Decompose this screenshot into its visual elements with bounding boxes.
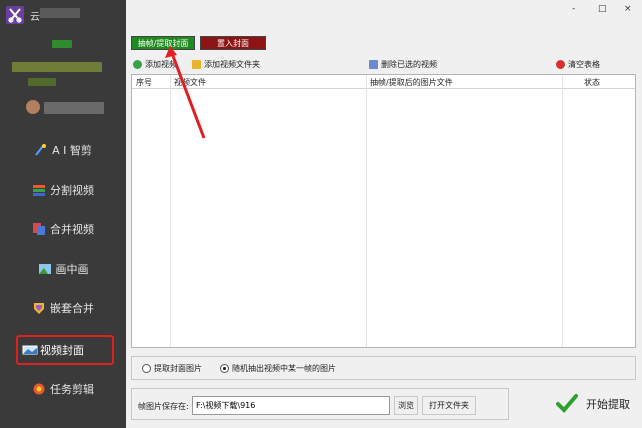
- sidebar-item-label: 分割视频: [50, 184, 94, 197]
- avatar: [26, 100, 40, 114]
- sidebar-item-label: 嵌套合并: [50, 302, 94, 315]
- add-folder-label: 添加视频文件夹: [204, 59, 260, 69]
- folder-icon: [192, 59, 201, 69]
- blurred-element: [28, 78, 56, 86]
- extract-cover-radio[interactable]: 提取封面图片: [142, 363, 202, 374]
- delete-selected-button[interactable]: 删除已选的视频: [369, 58, 437, 70]
- add-icon: [133, 59, 142, 69]
- start-extract-label: 开始提取: [586, 398, 630, 411]
- column-divider: [366, 75, 367, 347]
- blurred-element: [52, 40, 72, 48]
- browse-button[interactable]: 浏览: [394, 396, 418, 415]
- save-path-input[interactable]: [192, 396, 390, 415]
- minimize-button[interactable]: -: [572, 4, 575, 14]
- extract-mode-options: 提取封面图片 随机抽出视频中某一帧的图片: [131, 356, 636, 380]
- add-video-label: 添加视频: [145, 59, 177, 69]
- sidebar-item-video-cover[interactable]: 视频封面: [16, 335, 114, 365]
- column-divider: [562, 75, 563, 347]
- sidebar-item-merge-video[interactable]: 合并视频: [0, 214, 126, 244]
- merge-icon: [32, 222, 46, 236]
- sidebar-item-label: 任务剪辑: [50, 383, 94, 396]
- sidebar-item-ai-edit[interactable]: A I 智剪: [0, 135, 126, 165]
- sidebar: 云 A I 智剪 分割视频 合并视频 画中画 嵌套合并 视频封面 任务剪辑: [0, 0, 126, 428]
- tab-extract-cover[interactable]: 抽帧/提取封面: [131, 36, 195, 50]
- sidebar-item-split-video[interactable]: 分割视频: [0, 175, 126, 205]
- delete-icon: [369, 59, 378, 69]
- sidebar-item-label: 合并视频: [50, 223, 94, 236]
- clear-table-button[interactable]: 清空表格: [556, 58, 600, 70]
- open-folder-button[interactable]: 打开文件夹: [422, 396, 476, 415]
- app-title: 云: [30, 12, 40, 23]
- column-header-video-file: 视频文件: [174, 78, 206, 87]
- blurred-element: [12, 62, 102, 72]
- blurred-username: [44, 102, 104, 114]
- sidebar-item-task-edit[interactable]: 任务剪辑: [0, 374, 126, 404]
- radio-label: 提取封面图片: [154, 364, 202, 373]
- save-location-box: 帧图片保存在: 浏览 打开文件夹: [131, 388, 509, 420]
- main-panel: - □ × 抽帧/提取封面 置入封面 添加视频 添加视频文件夹 删除已选的视频 …: [126, 0, 642, 428]
- video-cover-icon: [22, 343, 38, 357]
- column-header-status: 状态: [584, 78, 600, 87]
- table-header: 序号 视频文件 抽帧/提取后的图片文件 状态: [132, 75, 635, 89]
- sidebar-item-label: 画中画: [55, 263, 89, 276]
- checkmark-icon: [556, 393, 578, 416]
- column-header-index: 序号: [136, 78, 152, 87]
- scissors-logo-icon: [6, 6, 24, 24]
- radio-dot: [220, 364, 229, 373]
- video-table[interactable]: 序号 视频文件 抽帧/提取后的图片文件 状态: [131, 74, 636, 348]
- delete-selected-label: 删除已选的视频: [381, 59, 437, 69]
- sidebar-item-picture-in-picture[interactable]: 画中画: [0, 254, 126, 284]
- tab-import-cover[interactable]: 置入封面: [200, 36, 266, 50]
- split-icon: [32, 183, 46, 197]
- picture-in-picture-icon: [38, 262, 52, 276]
- clear-icon: [556, 59, 565, 69]
- radio-dot: [142, 364, 151, 373]
- add-folder-button[interactable]: 添加视频文件夹: [192, 58, 260, 70]
- ai-icon: [34, 143, 48, 157]
- sidebar-item-label: A I 智剪: [52, 144, 92, 157]
- save-location-label: 帧图片保存在:: [138, 402, 189, 411]
- radio-label: 随机抽出视频中某一帧的图片: [232, 364, 336, 373]
- maximize-button[interactable]: □: [598, 4, 607, 14]
- clear-table-label: 清空表格: [568, 59, 600, 69]
- add-video-button[interactable]: 添加视频: [133, 58, 177, 70]
- column-divider: [170, 75, 171, 347]
- random-frame-radio[interactable]: 随机抽出视频中某一帧的图片: [220, 363, 336, 374]
- close-button[interactable]: ×: [624, 4, 632, 14]
- blurred-title: [40, 8, 80, 18]
- sidebar-item-nested-merge[interactable]: 嵌套合并: [0, 293, 126, 323]
- task-icon: [32, 382, 46, 396]
- start-extract-button[interactable]: 开始提取: [546, 388, 636, 420]
- nested-merge-icon: [32, 301, 46, 315]
- column-header-image-file: 抽帧/提取后的图片文件: [370, 78, 453, 87]
- sidebar-item-label: 视频封面: [40, 344, 84, 357]
